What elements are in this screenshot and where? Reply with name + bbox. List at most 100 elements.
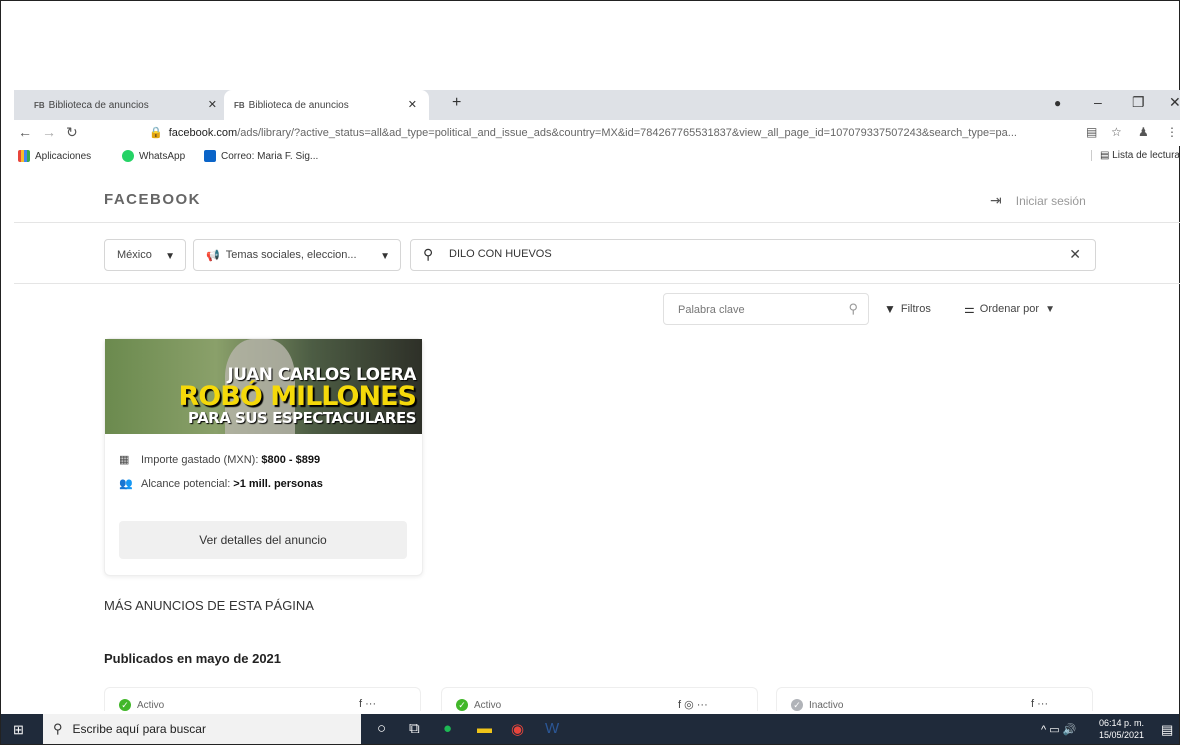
url-path: /ads/library/?active_status=all&ad_type=…: [237, 127, 1017, 139]
windows-start-icon[interactable]: ⊞: [13, 722, 24, 738]
bookmark-star-icon[interactable]: ☆: [1111, 125, 1122, 139]
status-badge: ✓ Inactivo: [791, 699, 843, 711]
reload-icon[interactable]: ↻: [66, 124, 78, 141]
lock-icon: 🔒: [149, 127, 163, 139]
megaphone-icon: 📢: [206, 249, 220, 262]
filters-label: Filtros: [900, 303, 931, 315]
people-icon: 👥: [119, 478, 133, 490]
tab-favicon: FB: [234, 100, 245, 110]
reach-value: >1 mill. personas: [233, 477, 323, 490]
reading-list-icon: ▤: [1099, 150, 1110, 161]
ad-category-select[interactable]: 📢 Temas sociales, eleccion... ▼: [193, 239, 401, 271]
inactive-circle-icon: ✓: [791, 699, 803, 711]
country-select[interactable]: México ▼: [104, 239, 186, 271]
clock-time: 06:14 p. m.: [1099, 718, 1145, 728]
login-link[interactable]: ⇥ Iniciar sesión: [990, 192, 1086, 209]
spend-value: $800 - $899: [261, 453, 321, 466]
notification-icon[interactable]: ▤: [1161, 722, 1173, 738]
ad-image-line2: ROBÓ MILLONES: [178, 381, 417, 412]
ad-card-preview[interactable]: ✓ Activo f ···: [104, 687, 421, 711]
browser-tab-active[interactable]: FB Biblioteca de anuncios ✕: [224, 90, 429, 120]
search-icon: ⚲: [423, 246, 434, 262]
task-view-icon[interactable]: ⧉: [409, 720, 420, 737]
keyword-field[interactable]: ⚲: [663, 293, 869, 325]
ad-details-button[interactable]: Ver detalles del anuncio: [119, 521, 407, 559]
caret-down-icon: ▼: [380, 251, 390, 262]
platform-icons[interactable]: f ◎ ···: [678, 698, 708, 711]
account-icon[interactable]: ♟: [1138, 125, 1149, 139]
filter-icon: ▼: [884, 302, 896, 316]
browser-tab[interactable]: FB Biblioteca de anuncios ✕: [24, 90, 229, 120]
ad-spend: ▦ Importe gastado (MXN): $800 - $899: [119, 453, 321, 467]
cortana-icon[interactable]: ○: [377, 720, 386, 737]
taskbar-clock[interactable]: 06:14 p. m. 15/05/2021: [1099, 717, 1144, 741]
ad-card-preview[interactable]: ✓ Inactivo f ···: [776, 687, 1093, 711]
forward-icon[interactable]: →: [42, 124, 56, 140]
browser-tab-bar: FB Biblioteca de anuncios ✕ FB Bibliotec…: [14, 90, 1180, 120]
platform-icons[interactable]: f ···: [1031, 698, 1048, 710]
clock-date: 15/05/2021: [1099, 730, 1145, 740]
login-icon: ⇥: [990, 192, 1002, 208]
menu-icon[interactable]: ⋮: [1166, 125, 1178, 139]
login-label: Iniciar sesión: [1015, 193, 1086, 208]
url-field[interactable]: 🔒 facebook.com/ads/library/?active_status…: [149, 126, 1089, 139]
whatsapp-icon: [122, 150, 134, 162]
sort-button[interactable]: ⚌ Ordenar por ▼: [964, 293, 1055, 325]
bookmark-whatsapp[interactable]: WhatsApp: [122, 150, 185, 162]
close-icon[interactable]: ✕: [408, 98, 417, 111]
word-icon[interactable]: W: [545, 720, 559, 737]
profile-icon[interactable]: ●: [1054, 96, 1061, 110]
status-label: Activo: [137, 699, 165, 711]
restore-icon[interactable]: ❐: [1132, 94, 1145, 111]
chrome-icon[interactable]: ◉: [511, 720, 524, 738]
country-value: México: [117, 249, 152, 261]
facebook-logo[interactable]: FACEBOOK: [104, 191, 201, 208]
reading-list[interactable]: ▤ Lista de lectura: [1090, 150, 1180, 161]
system-tray-icons[interactable]: ^ ▭ 🔊: [1041, 723, 1076, 736]
file-explorer-icon[interactable]: ▬: [477, 720, 492, 737]
platform-icons[interactable]: f ···: [359, 698, 376, 710]
back-icon[interactable]: ←: [18, 124, 32, 140]
minimize-icon[interactable]: –: [1094, 94, 1102, 110]
ad-image-line3: PARA SUS ESPECTACULARES: [187, 409, 417, 427]
address-bar: ← → ↻ 🔒 facebook.com/ads/library/?active_…: [14, 120, 1180, 146]
caret-down-icon: ▼: [1045, 303, 1055, 315]
spend-label: Importe gastado (MXN):: [141, 453, 259, 466]
tab-favicon: FB: [34, 100, 45, 110]
filters-button[interactable]: ▼ Filtros: [884, 293, 931, 325]
check-circle-icon: ✓: [456, 699, 468, 711]
bookmark-label: WhatsApp: [139, 150, 186, 162]
reading-list-label: Lista de lectura: [1112, 150, 1180, 161]
bookmark-label: Aplicaciones: [35, 150, 92, 162]
taskbar-search[interactable]: ⚲ Escribe aquí para buscar: [43, 714, 361, 744]
reach-label: Alcance potencial:: [141, 477, 231, 490]
keyword-input[interactable]: [676, 303, 840, 317]
taskbar-search-placeholder: Escribe aquí para buscar: [72, 722, 206, 736]
search-icon: ⚲: [848, 301, 858, 316]
sort-label: Ordenar por: [979, 303, 1040, 315]
url-host: facebook.com: [168, 127, 238, 139]
spotify-icon[interactable]: ●: [443, 720, 452, 737]
bookmark-apps[interactable]: Aplicaciones: [18, 150, 91, 162]
new-tab-icon[interactable]: +: [452, 94, 461, 112]
status-badge: ✓ Activo: [119, 699, 164, 711]
clear-icon[interactable]: ✕: [1069, 246, 1081, 263]
reader-mode-icon[interactable]: ▤: [1086, 125, 1097, 139]
status-badge: ✓ Activo: [456, 699, 501, 711]
search-box[interactable]: ⚲ DILO CON HUEVOS ✕: [410, 239, 1096, 271]
ad-reach: 👥 Alcance potencial: >1 mill. personas: [119, 477, 323, 491]
outlook-icon: [204, 150, 216, 162]
bookmark-outlook[interactable]: Correo: Maria F. Sig...: [204, 150, 318, 162]
windows-taskbar: ⊞ ⚲ Escribe aquí para buscar ○ ⧉ ● ▬ ◉ W…: [1, 714, 1179, 744]
search-icon: ⚲: [53, 721, 63, 736]
bookmarks-bar: Aplicaciones WhatsApp Correo: Maria F. S…: [14, 147, 1180, 167]
more-ads-title: MÁS ANUNCIOS DE ESTA PÁGINA: [104, 598, 314, 613]
ad-card-preview[interactable]: ✓ Activo f ◎ ···: [441, 687, 758, 711]
ad-card: JUAN CARLOS LOERA ROBÓ MILLONES PARA SUS…: [104, 338, 423, 576]
apps-grid-icon: [18, 150, 30, 162]
close-icon[interactable]: ✕: [208, 98, 217, 111]
ad-image[interactable]: JUAN CARLOS LOERA ROBÓ MILLONES PARA SUS…: [105, 339, 422, 434]
tab-title: Biblioteca de anuncios: [48, 99, 149, 111]
window-close-icon[interactable]: ✕: [1169, 94, 1180, 111]
search-input[interactable]: DILO CON HUEVOS: [449, 248, 552, 260]
